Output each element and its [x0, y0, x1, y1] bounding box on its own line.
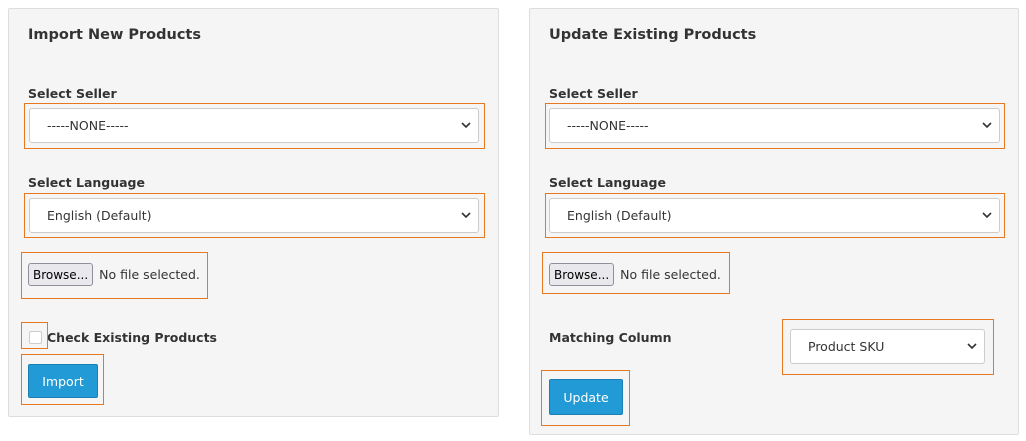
highlight-box [542, 252, 730, 294]
highlight-box [24, 193, 485, 238]
highlight-box [541, 370, 630, 426]
check-existing-label: Check Existing Products [47, 330, 217, 345]
update-language-label: Select Language [549, 175, 666, 190]
highlight-box [21, 354, 104, 405]
highlight-box [545, 103, 1005, 149]
update-seller-label: Select Seller [549, 86, 638, 101]
update-panel-title: Update Existing Products [549, 27, 757, 43]
highlight-box [545, 193, 1005, 238]
highlight-box [782, 319, 994, 375]
highlight-box [21, 322, 48, 349]
highlight-box [21, 252, 208, 299]
highlight-box [24, 103, 485, 149]
import-seller-label: Select Seller [28, 86, 117, 101]
import-panel-title: Import New Products [28, 27, 201, 43]
import-language-label: Select Language [28, 175, 145, 190]
matching-column-label: Matching Column [549, 330, 672, 345]
